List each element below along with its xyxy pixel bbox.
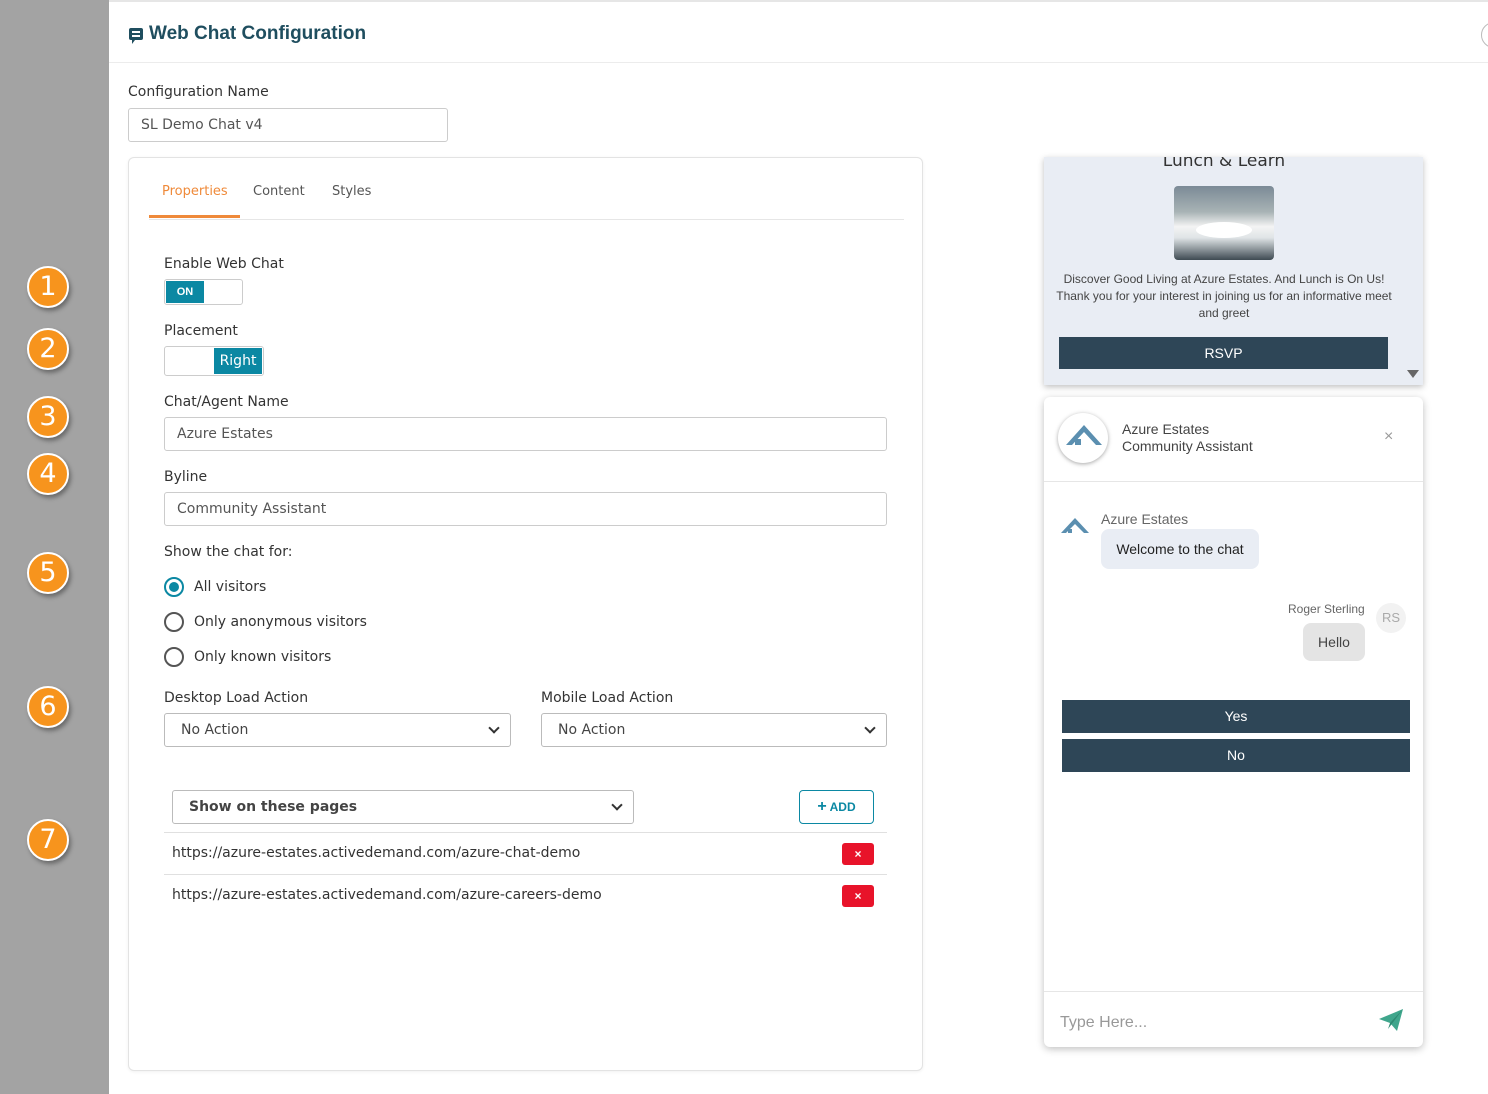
enable-chat-label: Enable Web Chat bbox=[164, 256, 284, 272]
placement-right-state: Right bbox=[214, 348, 262, 374]
chat-input-bar: Type Here... bbox=[1044, 991, 1423, 1047]
radio-known-visitors[interactable] bbox=[164, 647, 184, 667]
page-row: https://azure-estates.activedemand.com/a… bbox=[164, 874, 887, 916]
config-name-label: Configuration Name bbox=[128, 84, 269, 100]
callout-badge-6: 6 bbox=[27, 686, 69, 728]
chat-byline: Community Assistant bbox=[1122, 438, 1253, 454]
placement-label: Placement bbox=[164, 323, 238, 339]
mobile-load-value: No Action bbox=[558, 722, 626, 738]
active-tab-indicator bbox=[149, 215, 240, 218]
promo-image bbox=[1174, 186, 1274, 260]
placement-toggle[interactable]: Right bbox=[164, 346, 264, 376]
page-row: https://azure-estates.activedemand.com/a… bbox=[164, 832, 887, 874]
enable-chat-toggle[interactable]: ON bbox=[164, 279, 243, 305]
radio-anonymous-visitors[interactable] bbox=[164, 612, 184, 632]
promo-line-1: Discover Good Living at Azure Estates. A… bbox=[1063, 272, 1385, 286]
byline-label: Byline bbox=[164, 469, 208, 485]
bot-message: Welcome to the chat bbox=[1101, 529, 1259, 569]
page-title: Web Chat Configuration bbox=[149, 23, 367, 44]
scroll-down-icon[interactable] bbox=[1407, 370, 1419, 378]
chat-preview: Azure Estates Community Assistant × Azur… bbox=[1044, 397, 1423, 1047]
delete-page-button[interactable]: × bbox=[842, 843, 874, 865]
config-panel: Web Chat Configuration Configuration Nam… bbox=[109, 0, 1488, 1094]
add-page-label: ADD bbox=[829, 800, 856, 814]
delete-page-button[interactable]: × bbox=[842, 885, 874, 907]
toggle-on-state: ON bbox=[166, 281, 204, 303]
chevron-down-icon bbox=[488, 722, 500, 734]
chat-agent-name: Azure Estates bbox=[1122, 421, 1210, 437]
radio-anonymous-visitors-label: Only anonymous visitors bbox=[194, 614, 367, 630]
page-header: Web Chat Configuration bbox=[109, 2, 1488, 63]
send-icon[interactable] bbox=[1378, 1008, 1404, 1032]
chevron-down-icon bbox=[611, 799, 623, 811]
desktop-load-value: No Action bbox=[181, 722, 249, 738]
tab-bar: Properties Content Styles bbox=[149, 158, 904, 220]
mobile-load-select[interactable]: No Action bbox=[541, 713, 887, 747]
config-name-input[interactable]: SL Demo Chat v4 bbox=[128, 108, 448, 142]
choice-no-button[interactable]: No bbox=[1062, 739, 1410, 772]
company-logo-avatar bbox=[1058, 413, 1108, 463]
page-url: https://azure-estates.activedemand.com/a… bbox=[172, 845, 581, 861]
user-message: Hello bbox=[1303, 623, 1365, 661]
close-icon[interactable]: × bbox=[1384, 428, 1393, 446]
choice-yes-button[interactable]: Yes bbox=[1062, 700, 1410, 733]
pages-filter-value: Show on these pages bbox=[189, 799, 358, 815]
radio-known-visitors-label: Only known visitors bbox=[194, 649, 332, 665]
promo-preview: Lunch & Learn Discover Good Living at Az… bbox=[1044, 157, 1423, 385]
add-page-button[interactable]: + ADD bbox=[799, 790, 874, 824]
desktop-load-select[interactable]: No Action bbox=[164, 713, 511, 747]
chat-icon bbox=[129, 28, 143, 44]
desktop-load-label: Desktop Load Action bbox=[164, 690, 309, 706]
plus-icon: + bbox=[817, 798, 827, 815]
pages-filter-select[interactable]: Show on these pages bbox=[172, 790, 634, 824]
promo-line-2: Thank you for your interest in joining u… bbox=[1056, 289, 1392, 320]
callout-badge-2: 2 bbox=[27, 328, 69, 370]
close-icon[interactable] bbox=[1481, 22, 1488, 48]
callout-badge-5: 5 bbox=[27, 552, 69, 594]
tab-styles[interactable]: Styles bbox=[332, 184, 371, 199]
show-for-label: Show the chat for: bbox=[164, 544, 293, 560]
radio-all-visitors-label: All visitors bbox=[194, 579, 267, 595]
chat-message-input[interactable]: Type Here... bbox=[1060, 1014, 1147, 1032]
bot-avatar-icon bbox=[1061, 518, 1089, 533]
bot-name: Azure Estates bbox=[1101, 511, 1189, 527]
promo-text: Discover Good Living at Azure Estates. A… bbox=[1054, 271, 1394, 322]
agent-name-label: Chat/Agent Name bbox=[164, 394, 289, 410]
page-url: https://azure-estates.activedemand.com/a… bbox=[172, 887, 602, 903]
callout-badge-4: 4 bbox=[27, 453, 69, 495]
promo-title: Lunch & Learn bbox=[1162, 157, 1286, 171]
agent-name-input[interactable]: Azure Estates bbox=[164, 417, 887, 451]
radio-all-visitors[interactable] bbox=[164, 577, 184, 597]
callout-badge-1: 1 bbox=[27, 266, 69, 308]
chevron-down-icon bbox=[864, 722, 876, 734]
tab-properties[interactable]: Properties bbox=[162, 184, 228, 199]
rsvp-button[interactable]: RSVP bbox=[1059, 337, 1388, 369]
tab-content[interactable]: Content bbox=[253, 184, 305, 199]
callout-badge-7: 7 bbox=[27, 819, 69, 861]
user-name: Roger Sterling bbox=[1288, 602, 1365, 616]
callout-badge-3: 3 bbox=[27, 396, 69, 438]
chat-header: Azure Estates Community Assistant × bbox=[1044, 397, 1423, 482]
properties-card: Properties Content Styles Enable Web Cha… bbox=[128, 157, 923, 1071]
mobile-load-label: Mobile Load Action bbox=[541, 690, 674, 706]
user-avatar: RS bbox=[1376, 603, 1406, 633]
left-gutter bbox=[0, 0, 109, 1094]
byline-input[interactable]: Community Assistant bbox=[164, 492, 887, 526]
